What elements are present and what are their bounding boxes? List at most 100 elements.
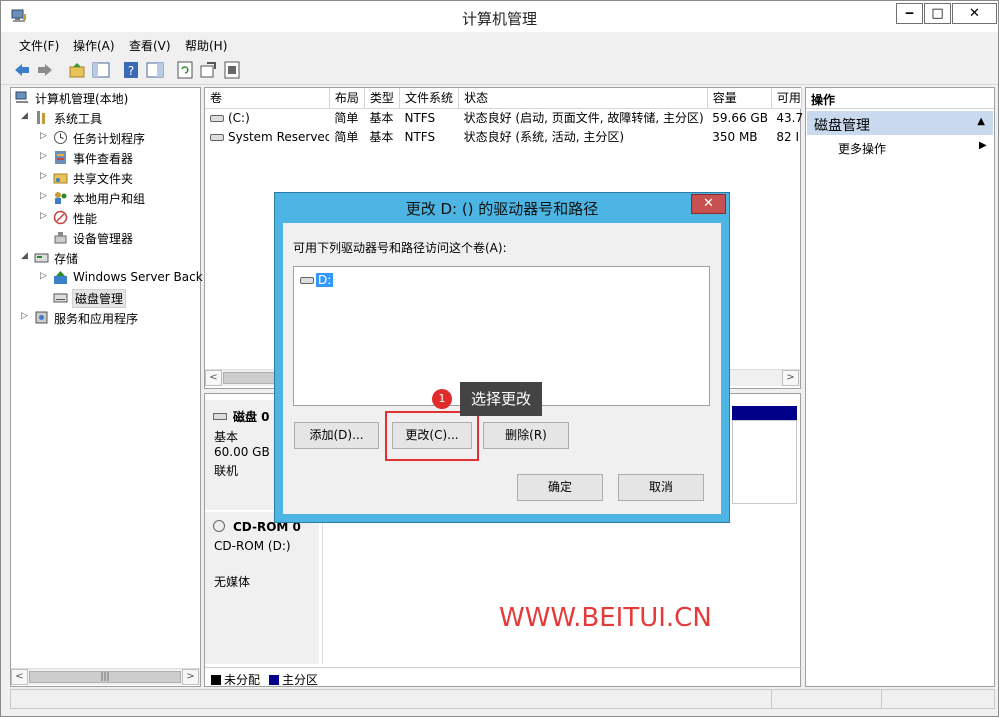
list-item-label: D:	[316, 273, 334, 287]
table-cell: 基本	[369, 111, 394, 126]
settings-sheet-icon[interactable]	[223, 61, 241, 79]
status-bar	[10, 689, 995, 709]
collapsed-arrow-icon[interactable]: ▷	[40, 271, 47, 281]
forward-arrow-icon[interactable]	[36, 61, 54, 79]
tree-item-label: 事件查看器	[73, 152, 134, 166]
more-actions-label: 更多操作	[838, 142, 887, 156]
clock-icon	[54, 131, 67, 144]
scroll-right-arrow-icon[interactable]: >	[782, 370, 799, 386]
performance-icon	[53, 210, 68, 225]
tree-item-label: 设备管理器	[73, 232, 134, 246]
disk-0-size: 60.00 GB	[214, 445, 270, 459]
title-bar: 计算机管理 ‒ □ ✕	[1, 1, 998, 32]
dialog-close-button[interactable]: ✕	[691, 194, 726, 214]
expanded-arrow-icon[interactable]: ◢	[21, 251, 28, 261]
submenu-arrow-icon[interactable]: ▶	[979, 140, 987, 151]
status-section	[771, 690, 881, 708]
tree-horizontal-scrollbar[interactable]: < ||| >	[11, 668, 200, 685]
show-hide-action-pane-icon[interactable]	[146, 61, 164, 79]
minimize-button[interactable]: ‒	[896, 3, 923, 24]
tree-item-label: 系统工具	[54, 112, 103, 126]
table-cell: 59.66 GB	[712, 110, 768, 125]
add-button[interactable]: 添加(D)...	[294, 422, 379, 449]
column-header-filesystem[interactable]: 文件系统	[399, 88, 460, 109]
svg-text:?: ?	[128, 64, 134, 78]
volume-table-header: 卷 布局 类型 文件系统 状态 容量 可用	[205, 88, 803, 109]
column-header-layout[interactable]: 布局	[329, 88, 365, 109]
scroll-left-arrow-icon[interactable]: <	[11, 669, 28, 685]
disk-0-name: 磁盘 0	[233, 410, 270, 424]
drive-icon	[210, 114, 224, 122]
collapsed-arrow-icon[interactable]: ▷	[40, 191, 47, 201]
actions-group-label: 磁盘管理	[814, 118, 870, 134]
menu-view[interactable]: 查看(V)	[129, 37, 171, 54]
toolbar: ?	[1, 56, 998, 85]
unallocated-swatch	[211, 675, 221, 685]
users-icon	[55, 192, 67, 204]
cdrom-media: 无媒体	[214, 575, 251, 589]
cdrom-media-area	[322, 512, 800, 664]
menu-file[interactable]: 文件(F)	[19, 37, 59, 54]
menu-action[interactable]: 操作(A)	[73, 37, 115, 54]
collapsed-arrow-icon[interactable]: ▷	[40, 151, 47, 161]
volume-name: (C:)	[228, 110, 250, 125]
shared-folder-icon	[53, 173, 68, 184]
show-hide-tree-icon[interactable]	[92, 61, 110, 79]
disk-management-icon	[53, 293, 68, 303]
collapsed-arrow-icon[interactable]: ▷	[40, 171, 47, 181]
expanded-arrow-icon[interactable]: ◢	[21, 111, 28, 121]
change-drive-letter-dialog: 更改 D: () 的驱动器号和路径 ✕ 可用下列驱动器号和路径访问这个卷(A):…	[274, 192, 730, 523]
collapse-triangle-icon[interactable]: ▲	[977, 116, 985, 127]
volume-name: System Reserved	[228, 129, 330, 144]
scroll-right-arrow-icon[interactable]: >	[182, 669, 199, 685]
table-cell: 82 I	[776, 129, 800, 144]
tree-item-label: 共享文件夹	[73, 172, 134, 186]
column-header-type[interactable]: 类型	[364, 88, 400, 109]
partition-block[interactable]	[732, 420, 797, 504]
disk-0-title: 磁盘 0	[213, 408, 270, 425]
cancel-button[interactable]: 取消	[618, 474, 704, 501]
window-title: 计算机管理	[461, 10, 537, 28]
back-arrow-icon[interactable]	[13, 61, 31, 79]
table-cell: NTFS	[404, 110, 436, 125]
more-actions-item[interactable]: 更多操作	[838, 140, 886, 157]
step-badge: 1	[432, 389, 452, 409]
disk-0-type: 基本	[214, 430, 239, 444]
drive-icon	[210, 133, 224, 141]
cdrom-icon	[213, 520, 225, 532]
column-header-status[interactable]: 状态	[458, 88, 708, 109]
table-row[interactable]: (C:) 简单 基本 NTFS 状态良好 (启动, 页面文件, 故障转储, 主分…	[205, 108, 802, 127]
drive-icon	[300, 277, 314, 284]
services-icon	[35, 311, 48, 324]
close-button[interactable]: ✕	[952, 3, 997, 24]
help-icon[interactable]: ?	[122, 61, 140, 79]
collapsed-arrow-icon[interactable]: ▷	[40, 211, 47, 221]
table-cell: 基本	[369, 130, 394, 144]
menu-help[interactable]: 帮助(H)	[185, 37, 227, 54]
table-cell: 43.7	[776, 110, 802, 125]
tree-item-label: 本地用户和组	[73, 192, 146, 206]
menu-bar: 文件(F) 操作(A) 查看(V) 帮助(H)	[1, 33, 998, 55]
collapsed-arrow-icon[interactable]: ▷	[40, 131, 47, 141]
actions-pane: 操作 磁盘管理 ▲ 更多操作 ▶	[805, 87, 995, 687]
cdrom-drive: CD-ROM (D:)	[214, 539, 291, 553]
scrollbar-thumb[interactable]: |||	[29, 671, 181, 683]
table-cell: 状态良好 (启动, 页面文件, 故障转储, 主分区)	[463, 111, 704, 126]
column-header-volume[interactable]: 卷	[205, 88, 330, 109]
actions-group-disk-management[interactable]: 磁盘管理 ▲	[807, 111, 993, 135]
up-folder-icon[interactable]	[68, 61, 86, 79]
remove-button[interactable]: 删除(R)	[483, 422, 569, 449]
storage-icon	[34, 253, 49, 263]
refresh-icon[interactable]	[176, 61, 194, 79]
table-row[interactable]: System Reserved 简单 基本 NTFS 状态良好 (系统, 活动,…	[205, 127, 802, 146]
ok-button[interactable]: 确定	[517, 474, 603, 501]
column-header-free[interactable]: 可用	[771, 88, 803, 109]
list-item[interactable]: D:	[300, 273, 334, 287]
column-header-capacity[interactable]: 容量	[707, 88, 772, 109]
scroll-left-arrow-icon[interactable]: <	[205, 370, 222, 386]
cdrom-0-label[interactable]: CD-ROM 0 CD-ROM (D:) 无媒体	[205, 512, 319, 664]
collapsed-arrow-icon[interactable]: ▷	[21, 311, 28, 321]
actions-header: 操作	[806, 88, 994, 109]
properties-icon[interactable]	[199, 61, 217, 79]
maximize-button[interactable]: □	[924, 3, 951, 24]
